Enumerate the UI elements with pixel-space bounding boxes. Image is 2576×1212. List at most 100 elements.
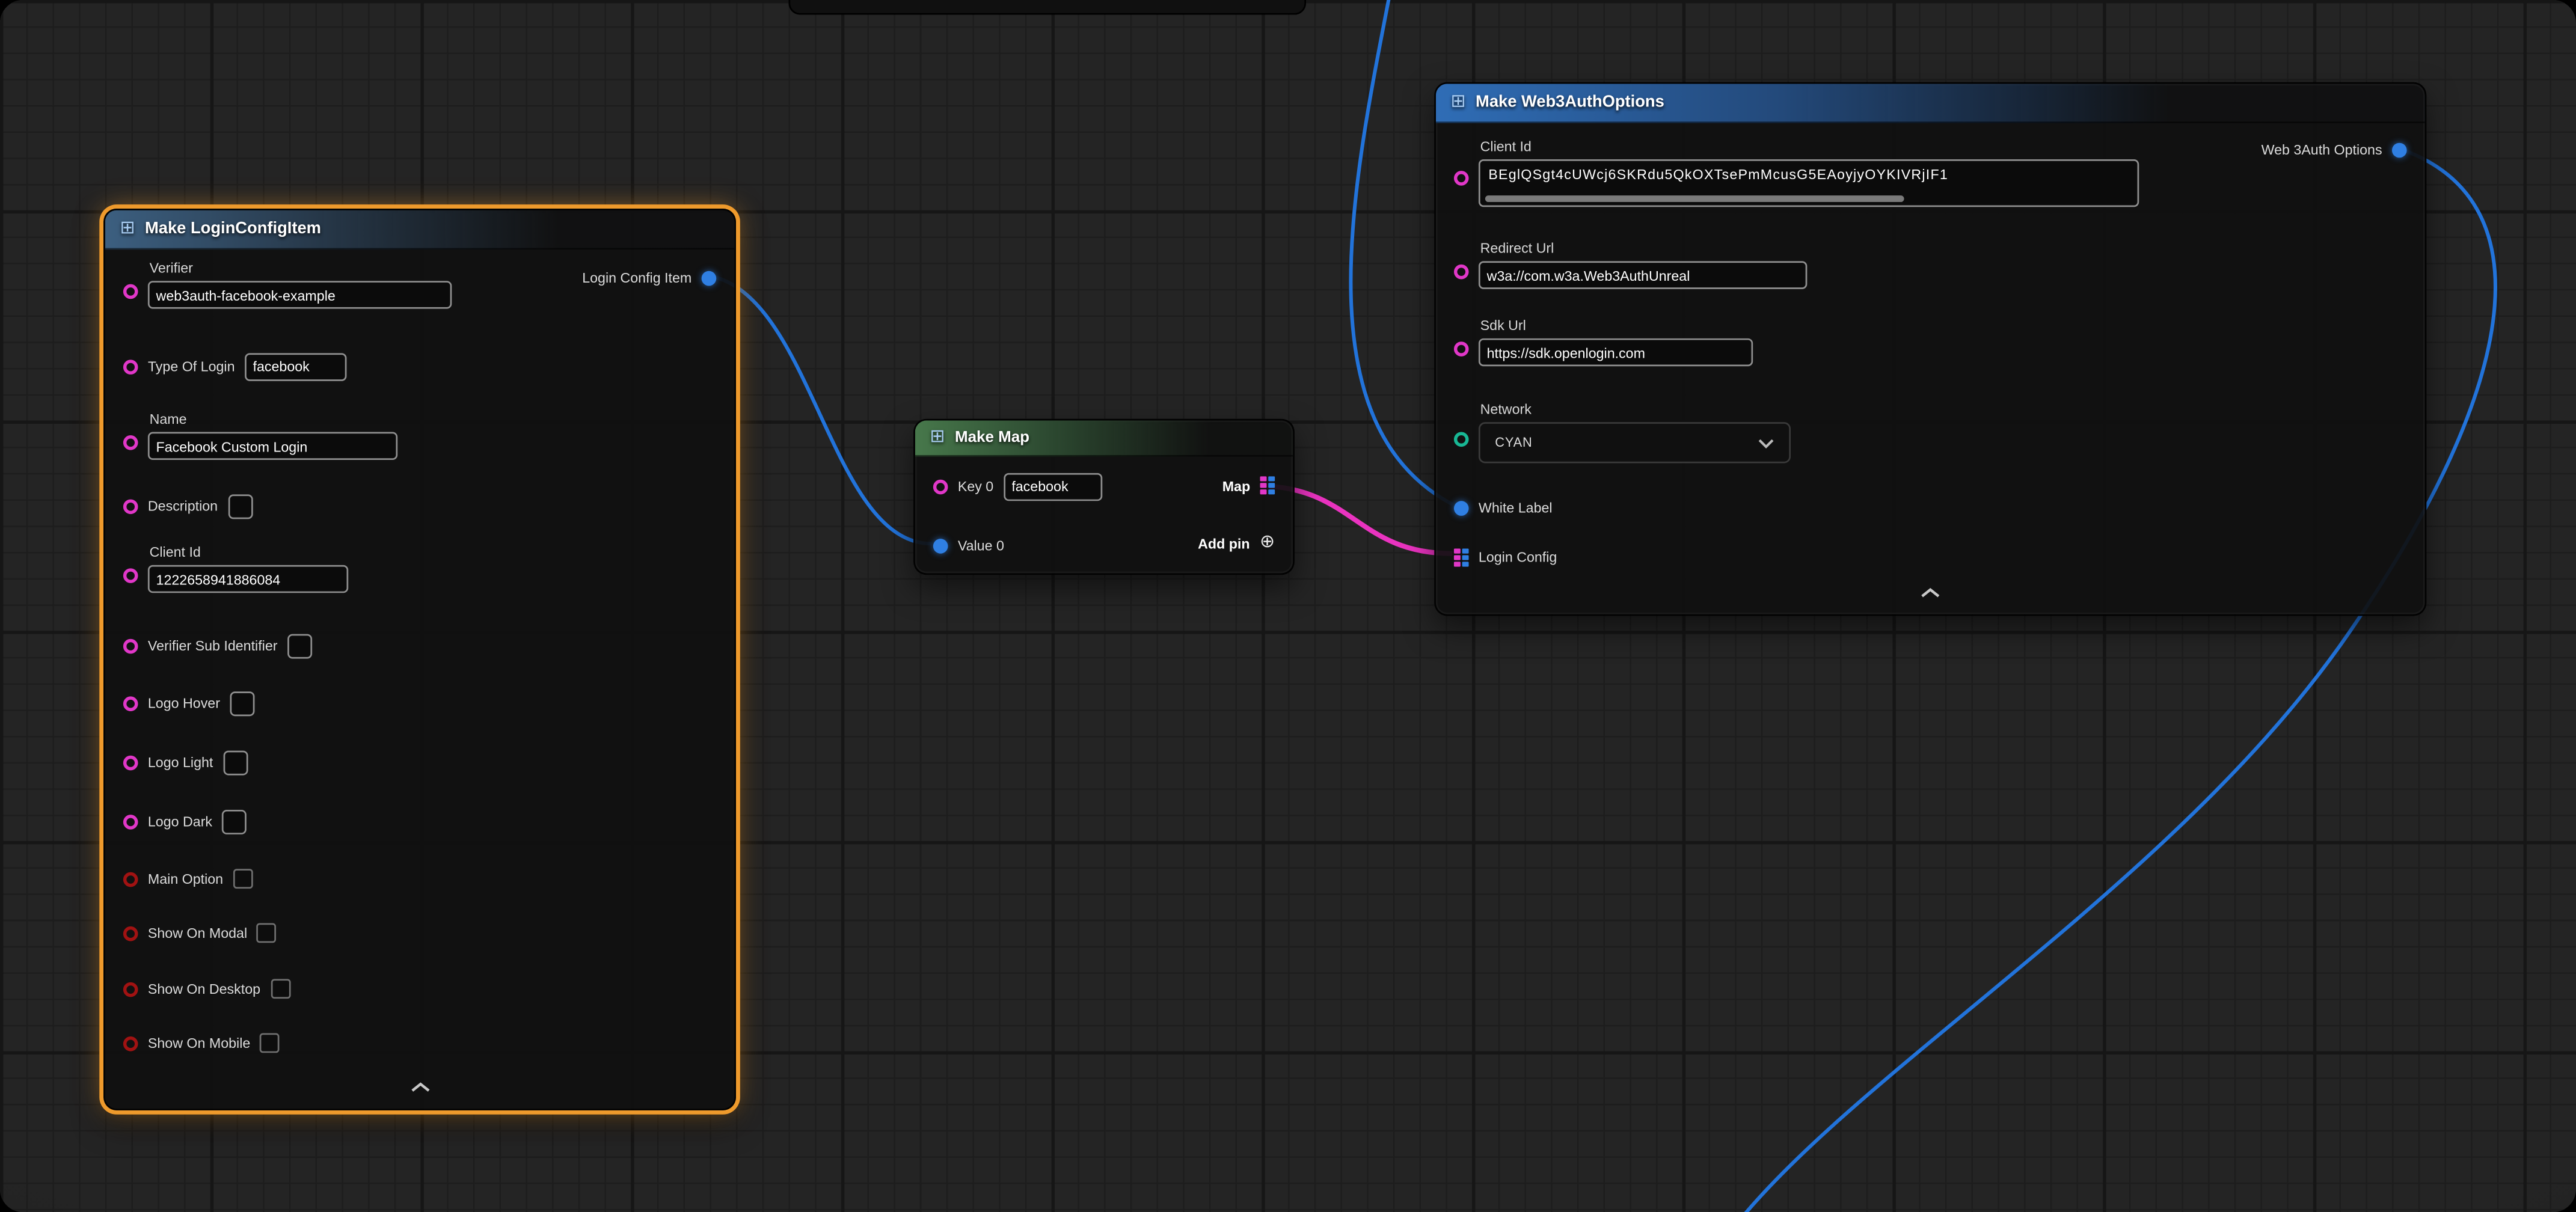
description-input[interactable]: [227, 494, 252, 518]
field-label-main-option: Main Option: [148, 871, 223, 887]
field-label-logo-light: Logo Light: [148, 754, 213, 770]
field-label-white-label: White Label: [1479, 500, 1553, 516]
input-pin-client-id[interactable]: [1454, 171, 1469, 186]
chevron-down-icon: [1758, 438, 1774, 447]
input-pin-client-id[interactable]: [123, 568, 138, 583]
field-row-show-on-mobile: Show On Mobile: [123, 1028, 280, 1057]
input-pin-main-option[interactable]: [123, 871, 138, 886]
make-struct-icon: ⊞: [1450, 94, 1465, 112]
input-pin-show-on-desktop[interactable]: [123, 981, 138, 996]
show-on-mobile-checkbox[interactable]: [260, 1033, 280, 1053]
make-map-icon: ⊞: [930, 429, 945, 447]
field-label-client-id: Client Id: [1480, 138, 2139, 154]
field-label-sdk-url: Sdk Url: [1480, 317, 1753, 333]
field-row-verifier-sub-identifier: Verifier Sub Identifier: [123, 631, 312, 660]
blueprint-editor-stage: ⊞ Make LoginConfigItem Login Config Item…: [0, 0, 2576, 1212]
field-row-sdk-url: Sdk Url: [1454, 317, 1753, 366]
input-pin-logo-dark[interactable]: [123, 814, 138, 829]
field-row-name: Name: [123, 411, 397, 460]
field-row-logo-dark: Logo Dark: [123, 806, 247, 836]
input-pin-logo-light[interactable]: [123, 754, 138, 770]
field-row-show-on-desktop: Show On Desktop: [123, 974, 290, 1003]
logo-light-input[interactable]: [223, 750, 248, 774]
output-row-web3auth-options: Web 3Auth Options: [2262, 141, 2407, 158]
field-label-type-of-login: Type Of Login: [148, 358, 235, 375]
field-label-value-0: Value 0: [958, 537, 1004, 553]
input-pin-sdk-url[interactable]: [1454, 341, 1469, 357]
input-pin-show-on-mobile[interactable]: [123, 1036, 138, 1051]
field-row-client-id: Client Id: [123, 543, 348, 593]
field-row-login-config: Login Config: [1454, 540, 1557, 574]
node-make-map[interactable]: ⊞ Make Map Key 0 Map Value 0 Add pin ⊕: [913, 419, 1295, 575]
node-header-make-web3authoptions[interactable]: ⊞ Make Web3AuthOptions: [1436, 84, 2425, 123]
collapse-node-button[interactable]: [410, 1071, 430, 1100]
output-pin-map[interactable]: [1260, 476, 1275, 494]
input-pin-verifier-sub-identifier[interactable]: [123, 638, 138, 653]
client-id-text: BEglQSgt4cUWcj6SKRdu5QkOXTsePmMcusG5EAoy…: [1488, 166, 2129, 182]
output-pin-login-config-item[interactable]: [702, 270, 717, 285]
field-row-logo-hover: Logo Hover: [123, 688, 254, 718]
input-pin-logo-hover[interactable]: [123, 696, 138, 711]
output-pin-label: Login Config Item: [582, 269, 692, 286]
input-pin-verifier[interactable]: [123, 284, 138, 299]
sdk-url-input[interactable]: [1479, 338, 1753, 366]
input-horizontal-scrollbar[interactable]: [1485, 195, 1904, 202]
output-pin-web3auth-options[interactable]: [2392, 142, 2407, 157]
web3auth-client-id-input[interactable]: BEglQSgt4cUWcj6SKRdu5QkOXTsePmMcusG5EAoy…: [1479, 159, 2139, 207]
field-label-show-on-mobile: Show On Mobile: [148, 1035, 250, 1051]
node-make-web3authoptions[interactable]: ⊞ Make Web3AuthOptions Web 3Auth Options…: [1434, 82, 2426, 616]
logo-hover-input[interactable]: [230, 691, 254, 715]
show-on-desktop-checkbox[interactable]: [270, 979, 290, 999]
field-row-value-0: Value 0: [933, 530, 1004, 560]
offscreen-node-edge[interactable]: [788, 0, 1306, 15]
chevron-up-icon: [410, 1082, 430, 1092]
field-label-name: Name: [150, 411, 398, 427]
name-input[interactable]: [148, 432, 397, 460]
redirect-url-input[interactable]: [1479, 261, 1807, 289]
input-pin-login-config[interactable]: [1454, 548, 1469, 566]
input-pin-show-on-modal[interactable]: [123, 926, 138, 941]
main-option-checkbox[interactable]: [233, 869, 253, 889]
type-of-login-input[interactable]: [245, 352, 346, 380]
field-row-client-id: Client Id BEglQSgt4cUWcj6SKRdu5QkOXTsePm…: [1454, 138, 2139, 207]
field-row-description: Description: [123, 491, 253, 521]
field-row-show-on-modal: Show On Modal: [123, 918, 277, 947]
input-pin-type-of-login[interactable]: [123, 359, 138, 374]
field-row-network: Network CYAN: [1454, 401, 1791, 464]
node-header-make-map[interactable]: ⊞ Make Map: [915, 420, 1293, 456]
key-0-input[interactable]: [1004, 472, 1102, 500]
field-row-type-of-login: Type Of Login: [123, 352, 346, 381]
input-pin-value-0[interactable]: [933, 538, 948, 553]
field-row-verifier: Verifier: [123, 260, 452, 309]
input-pin-network[interactable]: [1454, 432, 1469, 447]
input-pin-name[interactable]: [123, 435, 138, 450]
output-row-map: Map: [1222, 476, 1275, 494]
field-row-main-option: Main Option: [123, 864, 253, 893]
blueprint-graph-canvas[interactable]: ⊞ Make LoginConfigItem Login Config Item…: [0, 0, 2576, 1212]
input-pin-redirect-url[interactable]: [1454, 265, 1469, 280]
verifier-input[interactable]: [148, 281, 452, 308]
chevron-up-icon: [1921, 588, 1940, 598]
logo-dark-input[interactable]: [222, 809, 247, 834]
field-row-redirect-url: Redirect Url: [1454, 240, 1807, 289]
network-dropdown[interactable]: CYAN: [1479, 422, 1791, 463]
output-pin-label-map: Map: [1222, 477, 1250, 494]
input-pin-white-label[interactable]: [1454, 500, 1469, 515]
input-pin-description[interactable]: [123, 498, 138, 513]
node-header-make-loginconfigitem[interactable]: ⊞ Make LoginConfigItem: [105, 210, 734, 250]
field-label-client-id: Client Id: [150, 543, 349, 560]
collapse-node-button[interactable]: [1921, 577, 1940, 606]
show-on-modal-checkbox[interactable]: [257, 923, 277, 943]
node-make-loginconfigitem[interactable]: ⊞ Make LoginConfigItem Login Config Item…: [103, 209, 736, 1110]
input-pin-key-0[interactable]: [933, 479, 948, 494]
node-title: Make Map: [955, 429, 1029, 447]
field-row-white-label: White Label: [1454, 491, 1553, 524]
field-label-show-on-modal: Show On Modal: [148, 925, 247, 941]
verifier-sub-identifier-input[interactable]: [287, 633, 312, 658]
field-label-verifier-sub-identifier: Verifier Sub Identifier: [148, 637, 278, 653]
field-label-logo-dark: Logo Dark: [148, 813, 212, 829]
field-label-login-config: Login Config: [1479, 549, 1557, 565]
output-row-login-config-item: Login Config Item: [582, 269, 716, 286]
add-pin-button[interactable]: ⊕: [1260, 534, 1275, 552]
client-id-input[interactable]: [148, 565, 348, 593]
